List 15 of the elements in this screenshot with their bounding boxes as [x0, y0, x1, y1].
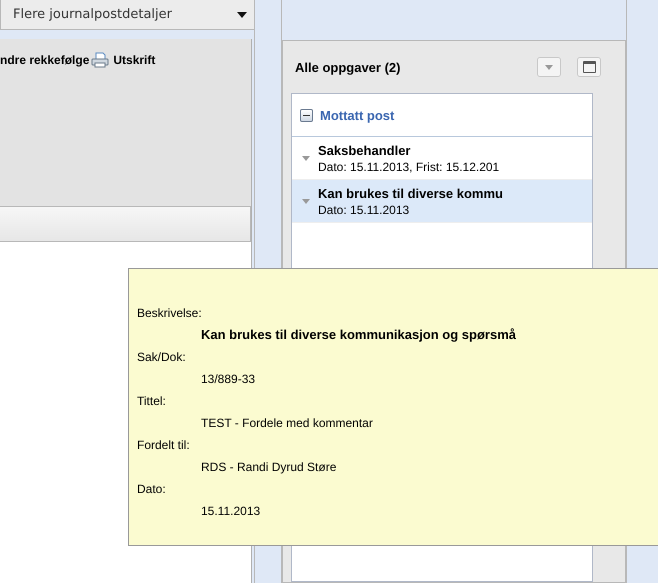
task-title: Saksbehandler [318, 143, 412, 158]
field-label: Fordelt til: [137, 437, 190, 454]
field-value: TEST - Fordele med kommentar [201, 415, 373, 432]
task-detail: Dato: 15.11.2013, Frist: 15.12.201 [318, 160, 500, 174]
field-value: RDS - Randi Dyrud Støre [201, 459, 336, 476]
field-label: Beskrivelse: [137, 305, 202, 322]
panel-title: Alle oppgaver (2) [294, 60, 402, 74]
field-value: 15.11.2013 [201, 503, 260, 520]
field-label: Sak/Dok: [137, 349, 186, 366]
field-value: Kan brukes til diverse kommunikasjon og spørsmå [201, 326, 516, 344]
task-detail: Dato: 15.11.2013 [318, 203, 410, 217]
field-label: Dato: [137, 481, 166, 498]
field-value: 13/889-33 [201, 371, 256, 388]
field-label: Tittel: [137, 393, 166, 410]
task-title: Kan brukes til diverse kommu [318, 186, 503, 201]
